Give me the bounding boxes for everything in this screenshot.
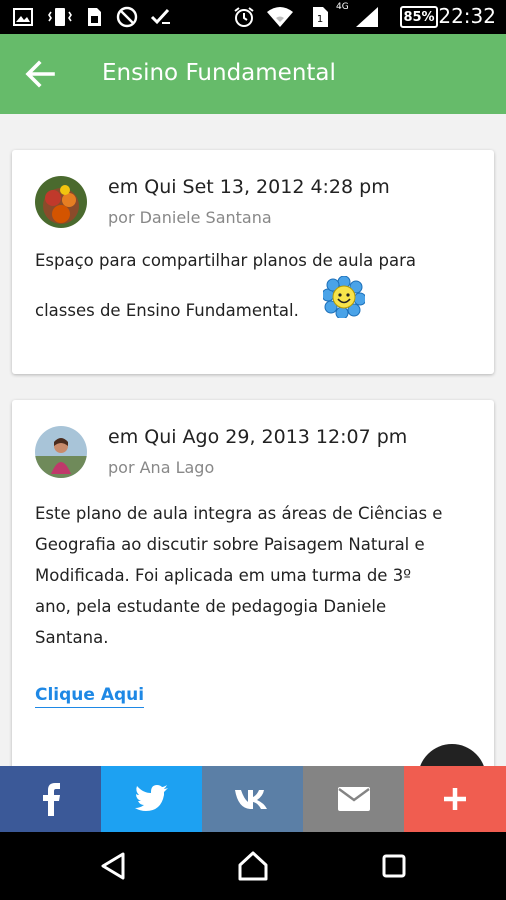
post-date: em Qui Ago 29, 2013 12:07 pm: [108, 426, 408, 448]
post-body: Espaço para compartilhar planos de aula …: [35, 250, 475, 272]
sim-icon: [84, 6, 104, 28]
status-time: 22:32: [438, 4, 496, 28]
mail-icon: [337, 787, 370, 811]
vk-icon: [234, 790, 267, 809]
navigation-bar: [0, 832, 506, 900]
no-disturb-icon: [114, 6, 140, 28]
share-vk-button[interactable]: [202, 766, 303, 832]
wifi-icon: [264, 6, 296, 28]
back-button[interactable]: [20, 54, 60, 94]
post-card: em Qui Ago 29, 2013 12:07 pm por Ana Lag…: [12, 400, 494, 766]
twitter-icon: [134, 785, 168, 811]
battery-indicator: 85%: [400, 6, 438, 28]
post-card: em Qui Set 13, 2012 4:28 pm por Daniele …: [12, 150, 494, 374]
post-body-line: Geografia ao discutir sobre Paisagem Nat…: [35, 535, 425, 554]
share-email-button[interactable]: [303, 766, 404, 832]
avatar[interactable]: [35, 426, 87, 478]
checklist-icon: [148, 6, 174, 28]
nav-home-button[interactable]: [233, 848, 273, 884]
post-author[interactable]: por Ana Lago: [108, 458, 214, 477]
page-title: Ensino Fundamental: [102, 60, 336, 86]
post-body: Este plano de aula integra as áreas de C…: [35, 498, 475, 653]
post-body-line: classes de Ensino Fundamental.: [35, 301, 299, 320]
sim1-icon: 1: [310, 6, 330, 28]
post-body-line: Santana.: [35, 628, 109, 647]
share-facebook-button[interactable]: [0, 766, 101, 832]
image-icon: [12, 6, 34, 28]
vibrate-icon: [46, 6, 74, 28]
post-body-line: ano, pela estudante de pedagogia Daniele: [35, 597, 387, 616]
facebook-icon: [42, 783, 60, 816]
app-bar: Ensino Fundamental: [0, 34, 506, 114]
share-bar: [0, 766, 506, 832]
nav-back-button[interactable]: [93, 848, 133, 884]
share-more-button[interactable]: [404, 766, 506, 832]
share-twitter-button[interactable]: [101, 766, 202, 832]
plus-icon: [444, 788, 466, 810]
alarm-icon: [232, 6, 256, 28]
status-bar: 1 4G 85% 22:32: [0, 0, 506, 34]
recents-icon: [382, 854, 406, 878]
clique-aqui-link[interactable]: Clique Aqui: [35, 685, 145, 708]
nav-recents-button[interactable]: [374, 848, 414, 884]
svg-text:1: 1: [317, 14, 323, 25]
network-type: 4G: [336, 2, 349, 12]
avatar[interactable]: [35, 176, 87, 228]
back-triangle-icon: [101, 852, 125, 880]
post-list[interactable]: em Qui Set 13, 2012 4:28 pm por Daniele …: [0, 114, 506, 766]
home-icon: [238, 851, 268, 881]
post-body-line: Espaço para compartilhar planos de aula …: [35, 251, 417, 270]
signal-icon: 4G: [336, 2, 380, 28]
post-body-line: Este plano de aula integra as áreas de C…: [35, 504, 443, 523]
post-body: classes de Ensino Fundamental.: [35, 300, 475, 322]
arrow-back-icon: [25, 60, 55, 88]
smiling-flower-icon: [321, 275, 367, 320]
post-body-line: Modificada. Foi aplicada em uma turma de…: [35, 566, 411, 585]
post-date: em Qui Set 13, 2012 4:28 pm: [108, 176, 390, 198]
post-author[interactable]: por Daniele Santana: [108, 208, 272, 227]
